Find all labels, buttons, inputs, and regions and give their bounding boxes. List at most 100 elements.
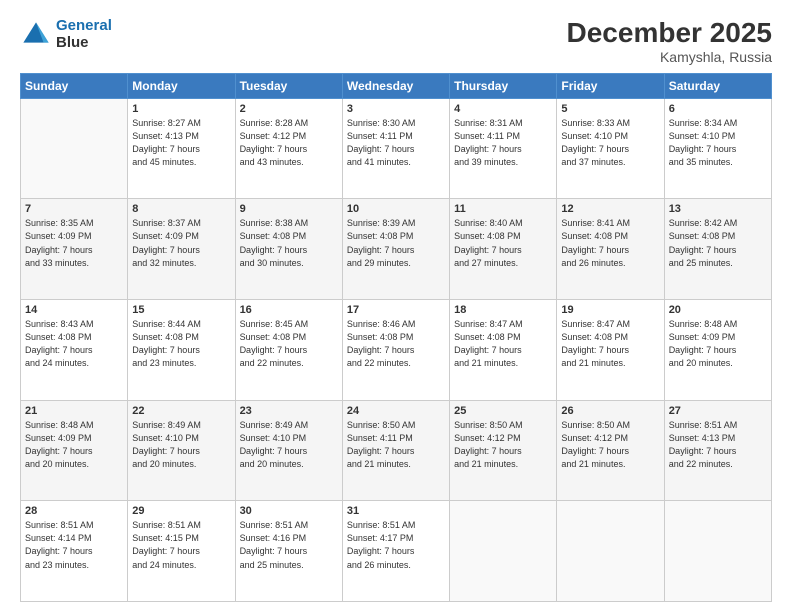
logo-text: General Blue	[56, 18, 112, 51]
day-info: Sunrise: 8:50 AMSunset: 4:12 PMDaylight:…	[561, 419, 659, 471]
day-cell: 20 Sunrise: 8:48 AMSunset: 4:09 PMDayligh…	[664, 300, 771, 401]
day-info: Sunrise: 8:44 AMSunset: 4:08 PMDaylight:…	[132, 318, 230, 370]
day-cell: 3 Sunrise: 8:30 AMSunset: 4:11 PMDaylight…	[342, 98, 449, 199]
day-cell: 30 Sunrise: 8:51 AMSunset: 4:16 PMDayligh…	[235, 501, 342, 602]
col-header-friday: Friday	[557, 73, 664, 98]
week-row-3: 21Sunrise: 8:48 AMSunset: 4:09 PMDayligh…	[21, 400, 772, 501]
day-info: Sunrise: 8:48 AMSunset: 4:09 PMDaylight:…	[669, 318, 767, 370]
header: General Blue December 2025 Kamyshla, Rus…	[20, 18, 772, 65]
day-cell: 21Sunrise: 8:48 AMSunset: 4:09 PMDayligh…	[21, 400, 128, 501]
day-number: 7	[25, 203, 123, 215]
day-cell: 5 Sunrise: 8:33 AMSunset: 4:10 PMDaylight…	[557, 98, 664, 199]
day-info: Sunrise: 8:43 AMSunset: 4:08 PMDaylight:…	[25, 318, 123, 370]
subtitle: Kamyshla, Russia	[567, 49, 772, 65]
day-info: Sunrise: 8:51 AMSunset: 4:13 PMDaylight:…	[669, 419, 767, 471]
day-cell: 16 Sunrise: 8:45 AMSunset: 4:08 PMDayligh…	[235, 300, 342, 401]
day-info: Sunrise: 8:51 AMSunset: 4:16 PMDaylight:…	[240, 519, 338, 571]
day-cell: 13 Sunrise: 8:42 AMSunset: 4:08 PMDayligh…	[664, 199, 771, 300]
day-cell: 28 Sunrise: 8:51 AMSunset: 4:14 PMDayligh…	[21, 501, 128, 602]
day-cell	[450, 501, 557, 602]
day-cell	[664, 501, 771, 602]
day-info: Sunrise: 8:51 AMSunset: 4:17 PMDaylight:…	[347, 519, 445, 571]
day-info: Sunrise: 8:37 AMSunset: 4:09 PMDaylight:…	[132, 217, 230, 269]
day-cell	[557, 501, 664, 602]
col-header-tuesday: Tuesday	[235, 73, 342, 98]
day-info: Sunrise: 8:51 AMSunset: 4:15 PMDaylight:…	[132, 519, 230, 571]
day-number: 6	[669, 103, 767, 115]
day-cell: 1Sunrise: 8:27 AMSunset: 4:13 PMDaylight…	[128, 98, 235, 199]
day-info: Sunrise: 8:45 AMSunset: 4:08 PMDaylight:…	[240, 318, 338, 370]
page: General Blue December 2025 Kamyshla, Rus…	[0, 0, 792, 612]
day-cell: 18 Sunrise: 8:47 AMSunset: 4:08 PMDayligh…	[450, 300, 557, 401]
day-cell: 6 Sunrise: 8:34 AMSunset: 4:10 PMDaylight…	[664, 98, 771, 199]
day-number: 5	[561, 103, 659, 115]
day-info: Sunrise: 8:46 AMSunset: 4:08 PMDaylight:…	[347, 318, 445, 370]
day-cell: 9Sunrise: 8:38 AMSunset: 4:08 PMDaylight…	[235, 199, 342, 300]
day-number: 30	[240, 505, 338, 517]
col-header-saturday: Saturday	[664, 73, 771, 98]
day-number: 4	[454, 103, 552, 115]
day-cell: 25Sunrise: 8:50 AMSunset: 4:12 PMDayligh…	[450, 400, 557, 501]
week-row-2: 14Sunrise: 8:43 AMSunset: 4:08 PMDayligh…	[21, 300, 772, 401]
day-number: 28	[25, 505, 123, 517]
day-number: 19	[561, 304, 659, 316]
day-number: 26	[561, 405, 659, 417]
day-number: 11	[454, 203, 552, 215]
main-title: December 2025	[567, 18, 772, 49]
week-row-4: 28 Sunrise: 8:51 AMSunset: 4:14 PMDayligh…	[21, 501, 772, 602]
day-cell: 11 Sunrise: 8:40 AMSunset: 4:08 PMDayligh…	[450, 199, 557, 300]
title-block: December 2025 Kamyshla, Russia	[567, 18, 772, 65]
day-info: Sunrise: 8:41 AMSunset: 4:08 PMDaylight:…	[561, 217, 659, 269]
logo-icon	[20, 19, 52, 51]
day-info: Sunrise: 8:34 AMSunset: 4:10 PMDaylight:…	[669, 117, 767, 169]
day-info: Sunrise: 8:42 AMSunset: 4:08 PMDaylight:…	[669, 217, 767, 269]
day-number: 15	[132, 304, 230, 316]
day-cell: 10Sunrise: 8:39 AMSunset: 4:08 PMDayligh…	[342, 199, 449, 300]
day-number: 13	[669, 203, 767, 215]
day-info: Sunrise: 8:30 AMSunset: 4:11 PMDaylight:…	[347, 117, 445, 169]
day-info: Sunrise: 8:35 AMSunset: 4:09 PMDaylight:…	[25, 217, 123, 269]
day-info: Sunrise: 8:50 AMSunset: 4:12 PMDaylight:…	[454, 419, 552, 471]
col-header-wednesday: Wednesday	[342, 73, 449, 98]
day-cell: 22 Sunrise: 8:49 AMSunset: 4:10 PMDayligh…	[128, 400, 235, 501]
day-cell: 14Sunrise: 8:43 AMSunset: 4:08 PMDayligh…	[21, 300, 128, 401]
day-info: Sunrise: 8:28 AMSunset: 4:12 PMDaylight:…	[240, 117, 338, 169]
day-number: 29	[132, 505, 230, 517]
day-number: 22	[132, 405, 230, 417]
day-number: 16	[240, 304, 338, 316]
day-info: Sunrise: 8:40 AMSunset: 4:08 PMDaylight:…	[454, 217, 552, 269]
day-number: 12	[561, 203, 659, 215]
day-cell: 17 Sunrise: 8:46 AMSunset: 4:08 PMDayligh…	[342, 300, 449, 401]
day-info: Sunrise: 8:47 AMSunset: 4:08 PMDaylight:…	[454, 318, 552, 370]
day-number: 31	[347, 505, 445, 517]
day-number: 17	[347, 304, 445, 316]
day-number: 21	[25, 405, 123, 417]
day-info: Sunrise: 8:33 AMSunset: 4:10 PMDaylight:…	[561, 117, 659, 169]
day-cell: 8 Sunrise: 8:37 AMSunset: 4:09 PMDaylight…	[128, 199, 235, 300]
col-header-monday: Monday	[128, 73, 235, 98]
day-number: 18	[454, 304, 552, 316]
day-number: 27	[669, 405, 767, 417]
calendar-header-row: SundayMondayTuesdayWednesdayThursdayFrid…	[21, 73, 772, 98]
day-info: Sunrise: 8:49 AMSunset: 4:10 PMDaylight:…	[132, 419, 230, 471]
day-info: Sunrise: 8:47 AMSunset: 4:08 PMDaylight:…	[561, 318, 659, 370]
week-row-1: 7 Sunrise: 8:35 AMSunset: 4:09 PMDaylight…	[21, 199, 772, 300]
day-cell: 19 Sunrise: 8:47 AMSunset: 4:08 PMDayligh…	[557, 300, 664, 401]
day-cell: 31 Sunrise: 8:51 AMSunset: 4:17 PMDayligh…	[342, 501, 449, 602]
day-cell: 26 Sunrise: 8:50 AMSunset: 4:12 PMDayligh…	[557, 400, 664, 501]
day-cell	[21, 98, 128, 199]
day-cell: 2Sunrise: 8:28 AMSunset: 4:12 PMDaylight…	[235, 98, 342, 199]
day-info: Sunrise: 8:50 AMSunset: 4:11 PMDaylight:…	[347, 419, 445, 471]
day-info: Sunrise: 8:39 AMSunset: 4:08 PMDaylight:…	[347, 217, 445, 269]
day-info: Sunrise: 8:31 AMSunset: 4:11 PMDaylight:…	[454, 117, 552, 169]
day-info: Sunrise: 8:51 AMSunset: 4:14 PMDaylight:…	[25, 519, 123, 571]
col-header-sunday: Sunday	[21, 73, 128, 98]
day-number: 3	[347, 103, 445, 115]
day-info: Sunrise: 8:49 AMSunset: 4:10 PMDaylight:…	[240, 419, 338, 471]
day-number: 20	[669, 304, 767, 316]
day-cell: 15 Sunrise: 8:44 AMSunset: 4:08 PMDayligh…	[128, 300, 235, 401]
day-number: 23	[240, 405, 338, 417]
day-number: 24	[347, 405, 445, 417]
day-cell: 24 Sunrise: 8:50 AMSunset: 4:11 PMDayligh…	[342, 400, 449, 501]
day-number: 8	[132, 203, 230, 215]
